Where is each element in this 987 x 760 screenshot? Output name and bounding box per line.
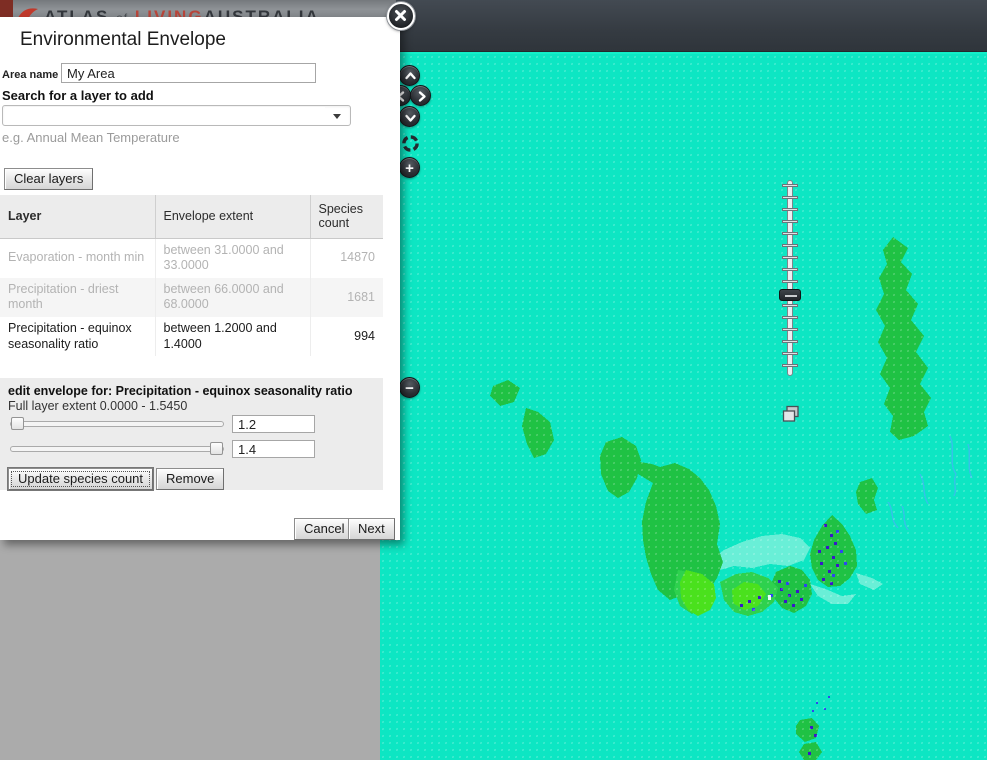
clear-layers-button[interactable]: Clear layers xyxy=(4,168,93,190)
extent-cell: between 66.0000 and 68.0000 xyxy=(155,278,310,317)
zoom-slider-handle[interactable] xyxy=(779,289,801,301)
envelope-layers-table: Layer Envelope extent Species count Evap… xyxy=(0,195,383,356)
layer-switcher-button[interactable] xyxy=(781,404,801,424)
environmental-envelope-dialog: Environmental Envelope Area name Search … xyxy=(0,17,400,540)
zoom-tick xyxy=(782,256,798,259)
update-species-count-button[interactable]: Update species count xyxy=(8,468,153,490)
zoom-tick xyxy=(782,196,798,199)
environmental-layer-raster xyxy=(380,54,987,760)
extent-cell: between 1.2000 and 1.4000 xyxy=(155,317,310,356)
brand-living: LIVING xyxy=(135,7,204,17)
plus-icon: + xyxy=(400,159,419,178)
min-value-input[interactable] xyxy=(232,415,315,433)
zoom-tick xyxy=(782,280,798,283)
column-header-species-count: Species count xyxy=(310,195,383,238)
site-brand-text: ATLAS of LIVINGAUSTRALIA xyxy=(44,7,320,17)
map-viewport[interactable]: + − xyxy=(380,52,987,760)
zoom-tick xyxy=(782,328,798,331)
count-cell: 1681 xyxy=(310,278,383,317)
area-name-input[interactable] xyxy=(61,63,316,83)
layer-cell[interactable]: Evaporation - month min xyxy=(0,238,155,278)
remove-button[interactable]: Remove xyxy=(156,468,224,490)
max-slider-track[interactable] xyxy=(10,446,224,452)
zoom-tick xyxy=(782,232,798,235)
layers-icon xyxy=(781,404,801,424)
zoom-out-button[interactable]: − xyxy=(399,377,420,398)
logo-red-block xyxy=(0,0,13,17)
zoom-tick xyxy=(782,208,798,211)
max-slider-handle[interactable] xyxy=(210,442,223,455)
zoom-world-button[interactable] xyxy=(401,134,420,153)
layer-search-input[interactable] xyxy=(5,107,325,124)
dialog-title: Environmental Envelope xyxy=(20,29,226,51)
layer-search-hint: e.g. Annual Mean Temperature xyxy=(2,130,180,145)
table-header-row: Layer Envelope extent Species count xyxy=(0,195,383,238)
chevron-up-icon xyxy=(400,66,421,87)
page-background xyxy=(0,540,380,760)
ala-bird-logo xyxy=(17,4,39,17)
minus-icon: − xyxy=(400,379,419,398)
area-name-label: Area name xyxy=(2,69,58,81)
close-button[interactable] xyxy=(387,2,415,30)
table-row[interactable]: Evaporation - month min between 31.0000 … xyxy=(0,238,383,278)
column-header-layer: Layer xyxy=(0,195,155,238)
zoom-tick xyxy=(782,184,798,187)
zoom-tick xyxy=(782,316,798,319)
brand-australia: AUSTRALIA xyxy=(204,7,320,17)
min-slider-handle[interactable] xyxy=(11,417,24,430)
edit-envelope-heading: edit envelope for: Precipitation - equin… xyxy=(8,384,353,398)
count-cell: 994 xyxy=(310,317,383,356)
world-ring-icon xyxy=(401,134,420,153)
zoom-tick xyxy=(782,244,798,247)
layer-cell[interactable]: Precipitation - driest month xyxy=(0,278,155,317)
cancel-button[interactable]: Cancel xyxy=(294,518,354,540)
layer-search-combobox[interactable] xyxy=(2,105,351,126)
pan-right-button[interactable] xyxy=(410,85,431,106)
edit-envelope-panel: edit envelope for: Precipitation - equin… xyxy=(0,378,383,490)
application-window: + − xyxy=(0,0,987,760)
zoom-tick xyxy=(782,268,798,271)
zoom-tick xyxy=(782,340,798,343)
extent-cell: between 31.0000 and 33.0000 xyxy=(155,238,310,278)
zoom-tick xyxy=(782,304,798,307)
count-cell: 14870 xyxy=(310,238,383,278)
next-button[interactable]: Next xyxy=(348,518,395,540)
table-row[interactable]: Precipitation - equinox seasonality rati… xyxy=(0,317,383,356)
site-banner: ATLAS of LIVINGAUSTRALIA xyxy=(0,0,396,17)
dropdown-arrow-icon[interactable] xyxy=(333,114,341,119)
pan-down-button[interactable] xyxy=(399,106,420,127)
close-icon xyxy=(393,8,408,23)
zoom-in-button[interactable]: + xyxy=(399,157,420,178)
table-row[interactable]: Precipitation - driest month between 66.… xyxy=(0,278,383,317)
zoom-tick xyxy=(782,352,798,355)
layer-search-label: Search for a layer to add xyxy=(2,88,154,103)
layer-cell[interactable]: Precipitation - equinox seasonality rati… xyxy=(0,317,155,356)
min-slider-track[interactable] xyxy=(10,421,224,427)
zoom-tick xyxy=(782,220,798,223)
max-value-input[interactable] xyxy=(232,440,315,458)
chevron-down-icon xyxy=(400,107,421,128)
zoom-tick xyxy=(782,364,798,367)
column-header-envelope-extent: Envelope extent xyxy=(155,195,310,238)
brand-atlas: ATLAS xyxy=(44,7,109,17)
pan-up-button[interactable] xyxy=(399,65,420,86)
chevron-right-icon xyxy=(411,86,432,107)
full-layer-extent: Full layer extent 0.0000 - 1.5450 xyxy=(8,399,187,413)
